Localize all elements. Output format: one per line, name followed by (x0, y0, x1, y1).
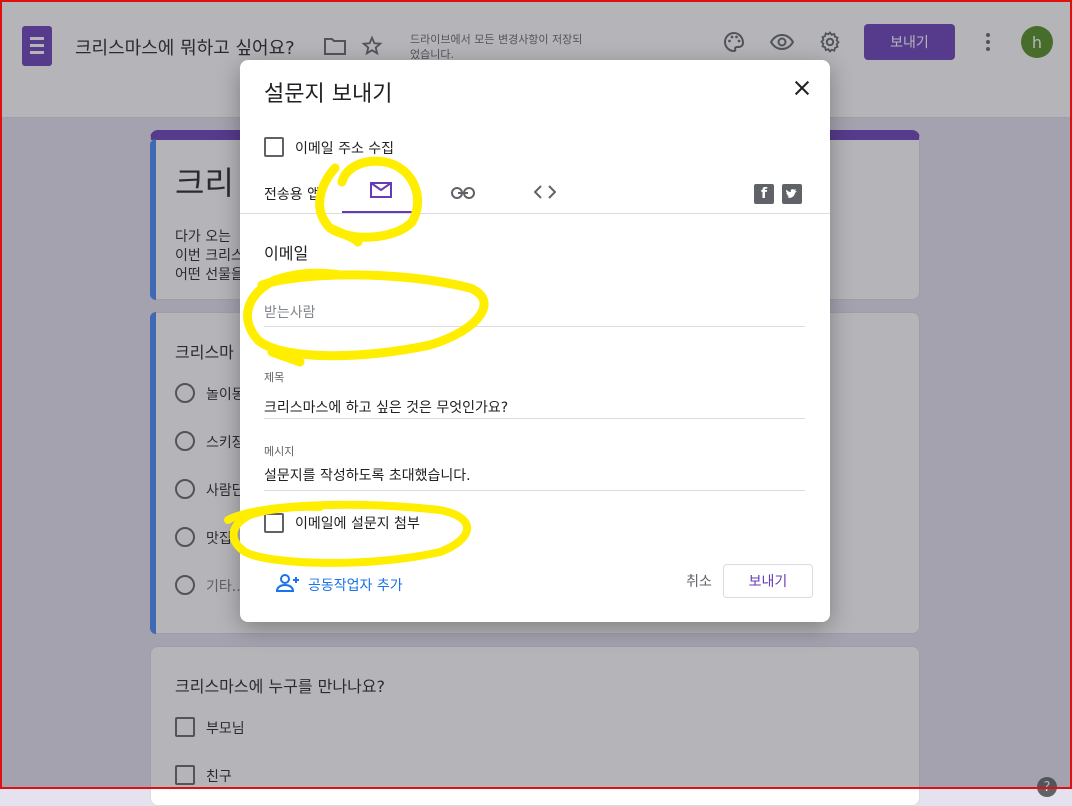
add-collaborators-label: 공동작업자 추가 (308, 578, 403, 594)
close-icon[interactable] (790, 76, 814, 100)
twitter-icon[interactable] (782, 184, 802, 204)
include-form-checkbox[interactable] (264, 513, 284, 533)
dialog-title: 설문지 보내기 (264, 82, 393, 107)
include-form-label: 이메일에 설문지 첨부 (295, 516, 420, 532)
message-input[interactable]: 설문지를 작성하도록 초대했습니다. (264, 465, 471, 485)
email-icon (370, 181, 392, 202)
send-button[interactable]: 보내기 (723, 564, 813, 598)
add-collaborators-button[interactable]: 공동작업자 추가 (275, 574, 403, 596)
send-form-dialog: 설문지 보내기 이메일 주소 수집 전송용 앱: f 이메일 받는사람 제목 크… (240, 60, 830, 622)
subject-label: 제목 (264, 371, 285, 384)
link-icon (451, 184, 475, 203)
add-person-icon (275, 574, 300, 596)
collect-email-checkbox[interactable] (264, 137, 284, 157)
to-input[interactable]: 받는사람 (264, 302, 316, 322)
facebook-icon[interactable]: f (754, 184, 774, 204)
message-label: 메시지 (264, 445, 295, 458)
subject-input[interactable]: 크리스마스에 하고 싶은 것은 무엇인가요? (264, 397, 508, 417)
tab-embed[interactable] (506, 172, 584, 214)
to-field[interactable] (264, 300, 805, 327)
cancel-button[interactable]: 취소 (668, 566, 730, 596)
send-via-label: 전송용 앱: (264, 187, 325, 203)
tab-link[interactable] (424, 172, 502, 214)
collect-email-label: 이메일 주소 수집 (295, 141, 395, 157)
tab-divider (240, 213, 830, 214)
section-heading-email: 이메일 (264, 244, 309, 263)
embed-code-icon (533, 184, 557, 203)
tab-email[interactable] (342, 172, 420, 214)
